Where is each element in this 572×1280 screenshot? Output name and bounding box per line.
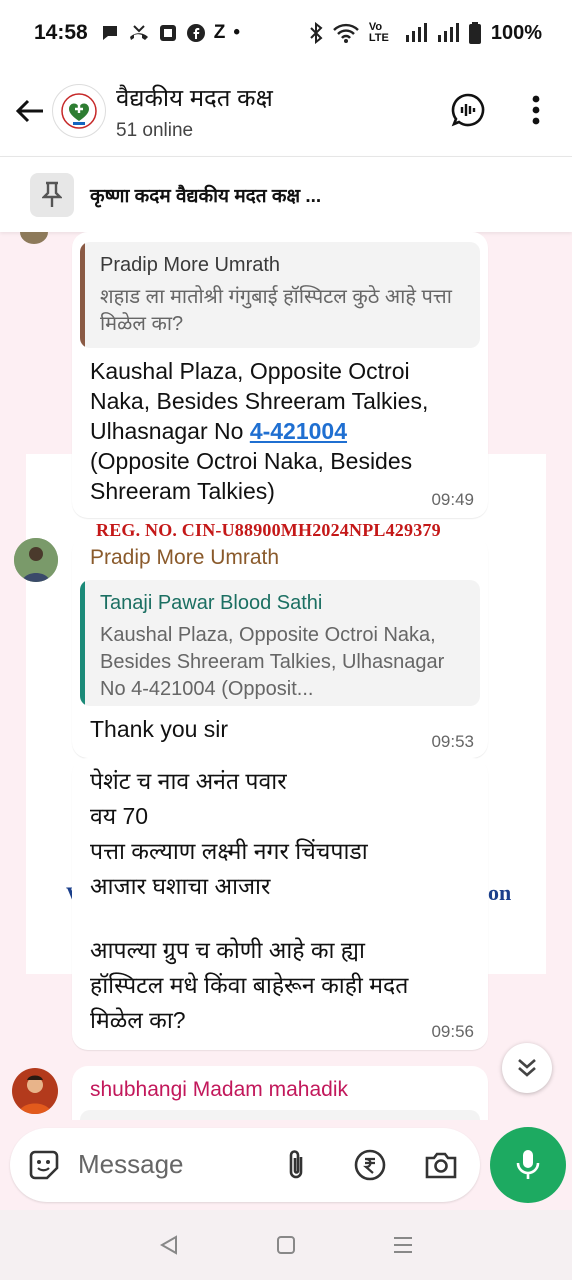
attach-button[interactable] <box>276 1145 316 1185</box>
message-sender[interactable]: shubhangi Madam mahadik <box>90 1078 348 1102</box>
quoted-message-partial[interactable] <box>80 1110 480 1120</box>
quote-sender: Pradip More Umrath <box>100 254 281 276</box>
paperclip-icon <box>289 1150 303 1179</box>
signal-icon-1 <box>405 23 427 42</box>
message-sender[interactable]: Pradip More Umrath <box>90 546 279 570</box>
chat-header: वैद्यकीय मदत कक्ष 51 online <box>0 66 572 156</box>
message-line: मिळेल का? <box>90 1007 186 1033</box>
voice-record-button[interactable] <box>490 1127 566 1203</box>
z-letter: Z <box>213 22 226 43</box>
rupee-icon <box>354 1149 386 1181</box>
wifi-icon <box>332 23 359 43</box>
message-input[interactable] <box>78 1144 258 1184</box>
message-line: पेशंट च नाव अनंत पवार <box>90 768 287 794</box>
avatar-photo-icon <box>12 1068 58 1114</box>
quote-text: शहाड ला मातोश्री गंगुबाई हॉस्पिटल कुठे आ… <box>100 286 452 335</box>
message-line: हॉस्पिटल मधे किंवा बाहेरून काही मदत <box>90 972 409 998</box>
message-line: Shreeram Talkies) <box>90 478 275 504</box>
message-line: पत्ता कल्याण लक्ष्मी नगर चिंचपाडा <box>90 838 368 864</box>
group-avatar[interactable] <box>52 84 106 138</box>
battery-icon <box>468 22 481 44</box>
kebab-menu-icon <box>532 95 540 125</box>
message-text: Thank you sir <box>90 716 229 742</box>
quote-bar <box>80 242 85 348</box>
quote-text: Kaushal Plaza, Opposite Octroi Naka, Bes… <box>100 624 445 700</box>
battery-percent: 100% <box>490 21 542 44</box>
message-bubble-3[interactable]: पेशंट च नाव अनंत पवार वय 70 पत्ता कल्याण… <box>72 758 488 1050</box>
composer <box>0 1120 572 1210</box>
quote-sender: Tanaji Pawar Blood Sathi <box>100 592 323 614</box>
payment-button[interactable] <box>350 1145 390 1185</box>
pinned-text: कृष्णा कदम वैद्यकीय मदत कक्ष ... <box>90 185 322 207</box>
status-bar: 14:58 Z • Vo LTE 100% <box>0 0 572 66</box>
voice-chat-button[interactable] <box>446 88 490 132</box>
message-line: आजार घशाचा आजार <box>90 873 271 899</box>
sticker-button[interactable] <box>24 1145 64 1185</box>
microphone-icon <box>516 1150 540 1179</box>
group-name: वैद्यकीय मदत कक्ष <box>116 84 273 112</box>
signal-icon-2 <box>437 23 459 42</box>
audio-wave-icon <box>451 93 485 127</box>
message-line: Naka, Besides Shreeram Talkies, <box>90 388 429 414</box>
chat-area[interactable]: REG. NO. CIN-U88900MH2024NPL429379 V on … <box>0 232 572 1120</box>
wallpaper-tail-text: on <box>488 880 512 905</box>
message-bubble-1[interactable]: Pradip More Umrath शहाड ला मातोश्री गंगु… <box>72 232 488 518</box>
status-dot: • <box>233 22 240 43</box>
quoted-message[interactable]: Tanaji Pawar Blood Sathi Kaushal Plaza, … <box>80 580 480 706</box>
sticker-icon <box>29 1150 59 1180</box>
facebook-icon <box>186 24 205 42</box>
system-nav-bar <box>0 1210 572 1280</box>
message-line: Kaushal Plaza, Opposite Octroi <box>90 358 410 384</box>
message-bubble-2[interactable]: Pradip More Umrath Tanaji Pawar Blood Sa… <box>72 536 488 758</box>
quote-bar <box>80 580 85 706</box>
app-square-icon <box>159 25 176 41</box>
sender-avatar-partial[interactable] <box>20 232 48 244</box>
camera-icon <box>425 1152 457 1179</box>
chat-bubble-icon <box>102 26 117 40</box>
system-icons: Vo LTE 100% <box>309 22 542 45</box>
more-options-button[interactable] <box>514 88 558 132</box>
message-time: 09:49 <box>431 490 474 509</box>
notification-icons: Z • <box>100 22 240 44</box>
message-input-box[interactable] <box>10 1128 480 1202</box>
camera-button[interactable] <box>421 1145 461 1185</box>
quoted-message[interactable]: Pradip More Umrath शहाड ला मातोश्री गंगु… <box>80 242 480 348</box>
group-logo-icon <box>61 93 97 129</box>
double-chevron-down-icon <box>518 1059 536 1077</box>
message-line: वय 70 <box>90 803 149 829</box>
pinned-message-bar[interactable]: कृष्णा कदम वैद्यकीय मदत कक्ष ... <box>0 156 572 232</box>
message-line: (Opposite Octroi Naka, Besides <box>90 448 413 474</box>
message-line-prefix: Ulhasnagar No <box>90 418 250 444</box>
pin-icon <box>42 181 62 207</box>
back-button[interactable] <box>4 85 56 137</box>
missed-call-icon <box>129 25 148 40</box>
online-count: 51 online <box>116 119 194 141</box>
nav-home-icon[interactable] <box>275 1234 297 1256</box>
sender-avatar[interactable] <box>12 1068 58 1114</box>
bluetooth-icon <box>310 22 323 44</box>
sender-avatar[interactable] <box>14 538 58 582</box>
arrow-left-icon <box>15 99 43 123</box>
header-title-box[interactable]: वैद्यकीय मदत कक्ष 51 online <box>116 81 273 142</box>
status-time: 14:58 <box>34 21 88 44</box>
message-text: पेशंट च नाव अनंत पवार वय 70 पत्ता कल्याण… <box>90 764 408 1038</box>
message-time: 09:53 <box>431 732 474 751</box>
message-line: आपल्या ग्रुप च कोणी आहे का ह्या <box>90 937 365 963</box>
message-line: Ulhasnagar No 4-421004 <box>90 416 428 446</box>
nav-recents-icon[interactable] <box>392 1234 414 1256</box>
phone-link[interactable]: 4-421004 <box>250 418 347 444</box>
nav-back-icon[interactable] <box>158 1234 180 1256</box>
message-time: 09:56 <box>431 1022 474 1041</box>
message-bubble-4[interactable]: shubhangi Madam mahadik <box>72 1066 488 1120</box>
volte-label: Vo LTE <box>368 21 389 44</box>
scroll-to-bottom-button[interactable] <box>502 1043 552 1093</box>
message-text: Kaushal Plaza, Opposite Octroi Naka, Bes… <box>90 356 428 506</box>
pin-box <box>30 172 74 217</box>
avatar-photo-icon <box>14 538 58 582</box>
